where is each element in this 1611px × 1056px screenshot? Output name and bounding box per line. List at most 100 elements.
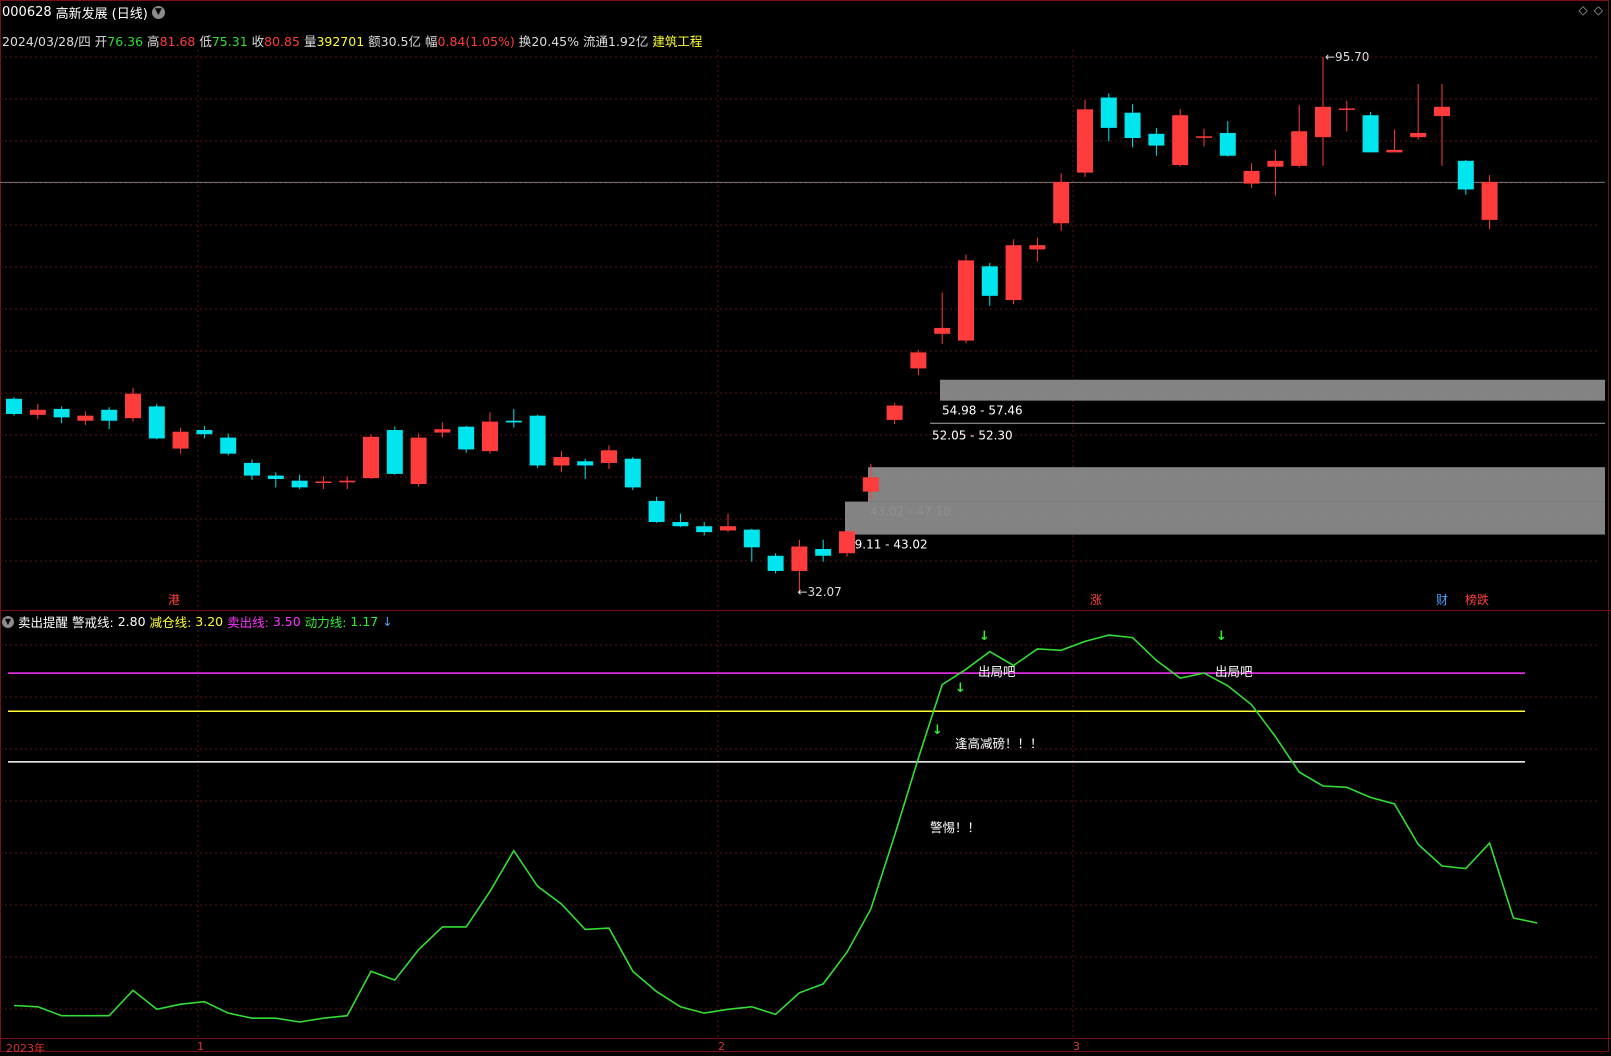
candle-body	[1410, 132, 1427, 138]
candle-body	[1100, 97, 1117, 128]
candle-body	[363, 436, 379, 479]
candle-body	[791, 546, 808, 571]
warning-line-value: 2.80	[117, 614, 146, 629]
candle-body	[148, 406, 165, 439]
candle-body	[577, 461, 594, 466]
candle-body	[1291, 131, 1308, 166]
power-line-value: 1.17	[350, 614, 379, 629]
event-tag: 港	[168, 593, 180, 607]
candle-body	[291, 480, 308, 488]
event-tag: 榜跌	[1465, 592, 1489, 607]
indicator-annotation: 警惕！！	[930, 820, 980, 835]
candle-body	[29, 409, 46, 415]
signal-arrow-icon: ↓	[932, 723, 943, 738]
reduce-line-label: 减仓线:	[149, 615, 192, 630]
candle-body	[339, 480, 356, 483]
candle-body	[981, 266, 998, 296]
candle-body	[1434, 106, 1450, 117]
candle-body	[458, 426, 475, 450]
candle-body	[934, 327, 951, 334]
chevron-down-icon[interactable]: ▼	[2, 615, 14, 628]
event-tag: 财	[1436, 593, 1448, 607]
candle-body	[434, 429, 451, 433]
candle-body	[839, 531, 855, 554]
candle-body	[1315, 106, 1331, 138]
candle-body	[1196, 136, 1212, 138]
candle-body	[125, 393, 141, 419]
x-axis: 2023年 1 2 3	[0, 1040, 1611, 1055]
candle-body	[1005, 245, 1022, 301]
candle-body	[386, 430, 403, 474]
price-zone-label: 39.11 - 43.02	[847, 538, 928, 552]
candle-body	[1338, 108, 1355, 110]
signal-arrow-icon: ↓	[955, 681, 966, 696]
candle-body	[1481, 181, 1498, 220]
candle-body	[743, 529, 760, 548]
candle-body	[696, 526, 713, 533]
candle-body	[1148, 133, 1165, 146]
candle-body	[410, 437, 427, 485]
candle-body	[482, 421, 498, 452]
candle-body	[196, 430, 213, 435]
candle-body	[1243, 170, 1260, 184]
candle-body	[244, 462, 260, 476]
candle-body	[529, 415, 546, 466]
high-price-label: ←95.70	[1325, 50, 1369, 64]
price-zone	[845, 501, 1605, 535]
candle-body	[1172, 115, 1189, 166]
x-axis-label: 1	[197, 1040, 204, 1053]
x-axis-label: 2	[718, 1040, 725, 1053]
candle-body	[553, 457, 570, 466]
candle-body	[624, 458, 641, 488]
candle-body	[767, 555, 784, 571]
candle-body	[862, 477, 879, 492]
candle-body	[886, 405, 903, 420]
power-line-label: 动力线:	[304, 615, 347, 630]
signal-arrow-icon: ↓	[1216, 629, 1227, 644]
signal-arrow-icon: ↓	[979, 629, 990, 644]
candle-body	[1219, 132, 1236, 156]
warning-line-label: 警戒线:	[72, 615, 114, 630]
candle-body	[910, 352, 927, 369]
candle-body	[1124, 112, 1141, 139]
down-arrow-icon: ↓	[382, 614, 393, 629]
power-line-series	[13, 634, 1538, 1023]
candle-body	[1077, 109, 1093, 173]
candle-body	[101, 409, 118, 421]
price-zone-label: 54.98 - 57.46	[942, 404, 1023, 418]
candle-body	[53, 408, 70, 418]
candle-body	[720, 526, 736, 531]
candle-body	[1386, 149, 1403, 153]
event-tag: 涨	[1090, 592, 1102, 607]
candle-body	[505, 420, 522, 423]
candle-body	[1053, 181, 1070, 224]
indicator-header: ▼ 卖出提醒 警戒线: 2.80 减仓线: 3.20 卖出线: 3.50 动力线: 1.…	[2, 612, 393, 631]
candle-body	[315, 481, 332, 484]
candle-body	[648, 500, 665, 523]
candle-body	[601, 450, 617, 463]
candle-body	[6, 398, 22, 414]
low-price-label: ←32.07	[797, 585, 841, 599]
candle-body	[672, 522, 689, 527]
candle-body	[958, 260, 974, 341]
indicator-annotation: 出局吧	[978, 664, 1016, 679]
candle-body	[1362, 115, 1379, 153]
price-zone	[940, 379, 1605, 401]
candle-body	[267, 475, 284, 479]
price-zone-label: 52.05 - 52.30	[932, 428, 1013, 442]
indicator-name: 卖出提醒	[18, 615, 69, 630]
candle-body	[1267, 160, 1284, 167]
candle-body	[1029, 245, 1046, 250]
sell-line-value: 3.50	[272, 614, 301, 629]
candle-body	[220, 437, 237, 454]
reduce-line-value: 3.20	[195, 614, 224, 629]
indicator-annotation: 出局吧	[1215, 664, 1253, 679]
kline-chart[interactable]: 54.98 - 57.4652.05 - 52.3043.02 - 47.103…	[0, 0, 1611, 1054]
candle-body	[77, 415, 94, 421]
price-zone	[868, 467, 1605, 502]
sell-line-label: 卖出线:	[227, 615, 269, 630]
x-axis-label: 3	[1073, 1040, 1080, 1053]
candle-body	[815, 549, 832, 556]
candle-body	[172, 431, 189, 449]
indicator-annotation: 逢高减磅！！！	[955, 736, 1043, 751]
